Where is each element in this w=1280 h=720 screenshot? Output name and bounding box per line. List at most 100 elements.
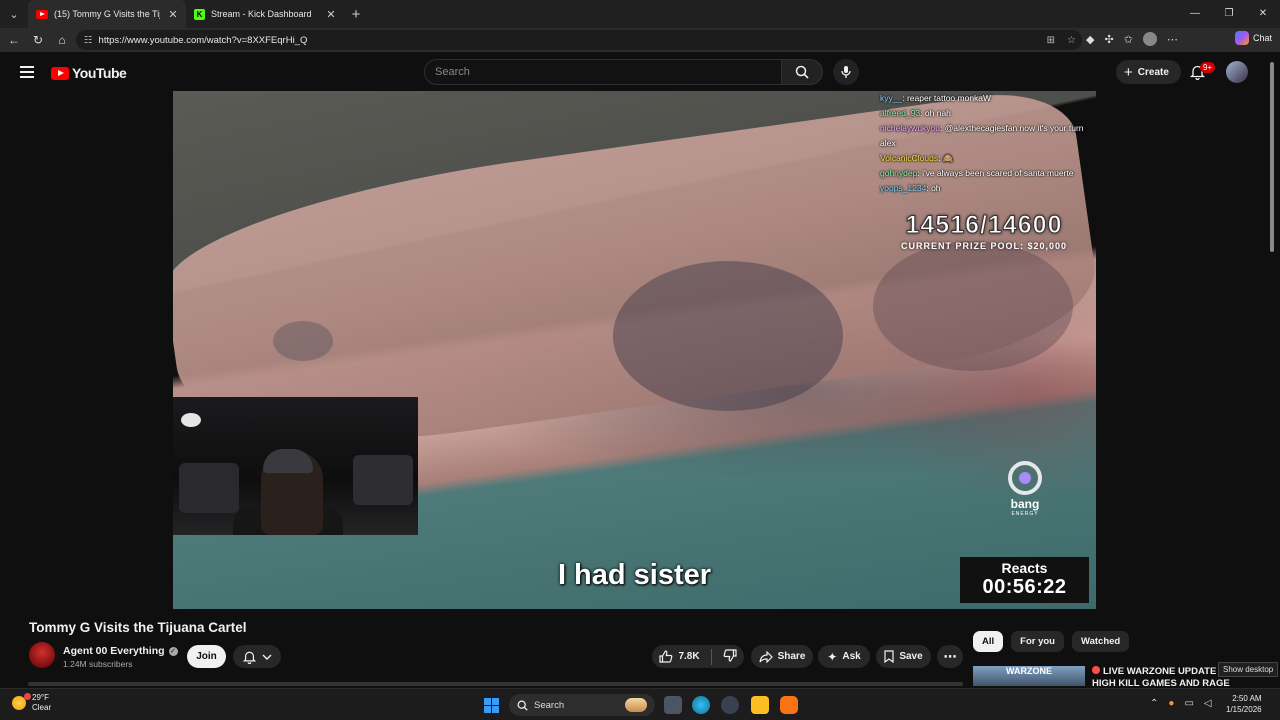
like-button[interactable]: 7.8K <box>659 650 700 663</box>
search-button[interactable] <box>781 59 823 85</box>
streamer-webcam <box>173 397 418 535</box>
extensions-puzzle-icon[interactable]: ✣ <box>1104 33 1113 46</box>
couch-shape <box>353 455 413 505</box>
url-field[interactable]: ☷ https://www.youtube.com/watch?v=8XXFEq… <box>76 30 1082 50</box>
search-icon <box>517 700 528 711</box>
favorite-star-icon[interactable]: ☆ <box>1067 35 1076 46</box>
profile-icon[interactable] <box>1142 32 1157 46</box>
more-horizontal-icon: ⋯ <box>943 648 957 664</box>
edge-icon[interactable] <box>692 696 710 714</box>
save-label: Save <box>899 651 923 662</box>
join-button[interactable]: Join <box>187 645 226 668</box>
clock-date: 1/15/2026 <box>1226 705 1262 714</box>
search-input[interactable]: Search <box>424 59 782 85</box>
notification-settings-button[interactable] <box>233 645 281 668</box>
chat-line: VolcanicClouds: 🙈 <box>880 153 954 163</box>
reacts-label: Reacts <box>1001 560 1048 576</box>
bang-label: bang <box>1010 497 1040 511</box>
save-button[interactable]: Save <box>876 645 931 668</box>
like-count: 7.8K <box>678 651 700 662</box>
close-tab-icon[interactable]: ✕ <box>324 8 338 21</box>
chat-line: nichelaywukyou: @alexthecagiesfan now it… <box>880 123 1084 148</box>
scrollbar-thumb[interactable] <box>1270 62 1274 252</box>
chip-for-you[interactable]: For you <box>1011 631 1064 652</box>
page-scrollbar[interactable] <box>1268 56 1276 256</box>
new-tab-icon[interactable]: + <box>344 6 368 23</box>
copilot-chat-button[interactable]: Chat <box>1234 31 1272 45</box>
tab-kick[interactable]: K Stream - Kick Dashboard ✕ <box>186 0 344 28</box>
site-info-icon[interactable]: ☷ <box>84 35 93 46</box>
app-icon[interactable] <box>721 696 739 714</box>
taskbar-search[interactable]: Search <box>509 694 655 716</box>
dislike-button[interactable] <box>723 648 737 665</box>
share-label: Share <box>777 651 806 662</box>
close-window-icon[interactable]: ✕ <box>1246 0 1280 28</box>
share-button[interactable]: Share <box>751 645 813 668</box>
reacts-timer: 00:56:22 <box>982 576 1067 598</box>
microphone-icon[interactable]: ● <box>1168 698 1174 709</box>
tab-actions-icon[interactable]: ⌄ <box>0 0 28 28</box>
restore-icon[interactable]: ❐ <box>1212 0 1246 28</box>
taskbar-search-label: Search <box>534 699 565 711</box>
volume-icon[interactable]: ◁ <box>1204 698 1212 709</box>
sparkle-icon: ✦ <box>827 649 838 664</box>
chat-message: i've always been scared of santa muerte <box>922 168 1074 178</box>
network-icon[interactable]: ▭ <box>1184 698 1193 709</box>
create-label: Create <box>1137 66 1169 78</box>
prize-count: 14516/14600 <box>905 211 1063 240</box>
weather-badge <box>24 693 31 700</box>
chat-message: reaper tattoo monkaW <box>906 93 992 103</box>
tab-youtube[interactable]: (15) Tommy G Visits the Tijuana Cartel ✕ <box>28 0 186 28</box>
start-button[interactable] <box>484 698 499 713</box>
more-menu-icon[interactable]: ⋯ <box>1167 33 1178 46</box>
share-icon <box>758 650 773 663</box>
show-desktop-tooltip: Show desktop <box>1218 662 1279 677</box>
like-dislike-group: 7.8K <box>652 645 744 668</box>
app-available-icon[interactable]: ⊞ <box>1047 35 1055 46</box>
rec-title-text: LIVE WARZONE UPDATE - HIGH KILL GAMES AN… <box>1092 666 1230 688</box>
recommended-video-thumbnail[interactable]: WARZONE <box>973 666 1085 686</box>
youtube-logo[interactable]: YouTube <box>51 65 127 81</box>
youtube-favicon-icon <box>36 9 48 19</box>
weather-widget[interactable]: 29°F Clear <box>12 693 51 713</box>
recommended-video-title[interactable]: LIVE WARZONE UPDATE - HIGH KILL GAMES AN… <box>1092 666 1232 688</box>
extension-icon[interactable]: ◆ <box>1086 33 1094 46</box>
create-button[interactable]: + Create <box>1116 60 1181 84</box>
youtube-header: YouTube Search + Create <box>0 52 1280 92</box>
file-explorer-icon[interactable] <box>751 696 769 714</box>
video-subtitle: I had sister <box>557 559 712 591</box>
taskbar-clock[interactable]: 2:50 AM 1/15/2026 <box>1226 693 1262 715</box>
lamp-shape <box>181 413 201 427</box>
more-actions-button[interactable]: ⋯ <box>937 645 963 668</box>
account-avatar[interactable] <box>1226 61 1248 83</box>
stream-chat-overlay: kyy__: reaper tattoo monkaW alfreed_93: … <box>880 91 1096 196</box>
chat-line: gohnydep: i've always been scared of san… <box>880 168 1074 178</box>
minimize-icon[interactable]: — <box>1178 0 1212 28</box>
prize-pool: CURRENT PRIZE POOL: $20,000 <box>900 241 1068 251</box>
voice-search-button[interactable] <box>833 59 859 85</box>
close-tab-icon[interactable]: ✕ <box>166 8 180 21</box>
bang-energy-logo: bang ENERGY <box>1003 461 1047 517</box>
home-icon[interactable]: ⌂ <box>50 33 74 47</box>
kick-favicon-icon: K <box>194 8 205 20</box>
favorites-icon[interactable]: ✩ <box>1124 33 1133 46</box>
ask-button[interactable]: ✦ Ask <box>818 645 870 668</box>
chip-watched[interactable]: Watched <box>1071 631 1130 652</box>
channel-link[interactable]: Agent 00 Everything ✓ <box>63 645 178 657</box>
chat-message: oh nah <box>924 108 951 118</box>
tattoo-shape <box>273 321 333 361</box>
video-player[interactable]: kyy__: reaper tattoo monkaW alfreed_93: … <box>173 91 1096 609</box>
plus-icon: + <box>1124 63 1133 81</box>
chat-line: alfreed_93: oh nah <box>880 108 951 118</box>
bang-logo-icon <box>1008 461 1042 495</box>
menu-icon[interactable] <box>20 66 34 81</box>
back-icon[interactable]: ← <box>2 33 26 47</box>
chat-line: kyy__: reaper tattoo monkaW <box>880 93 992 103</box>
refresh-icon[interactable]: ↻ <box>26 33 50 47</box>
show-hidden-icon[interactable]: ⌃ <box>1150 698 1158 709</box>
channel-avatar[interactable] <box>29 642 55 668</box>
brave-icon[interactable] <box>780 696 798 714</box>
reacts-timer-box: Reacts 00:56:22 <box>960 557 1089 603</box>
chip-all[interactable]: All <box>973 631 1004 652</box>
task-view-icon[interactable] <box>664 696 682 714</box>
